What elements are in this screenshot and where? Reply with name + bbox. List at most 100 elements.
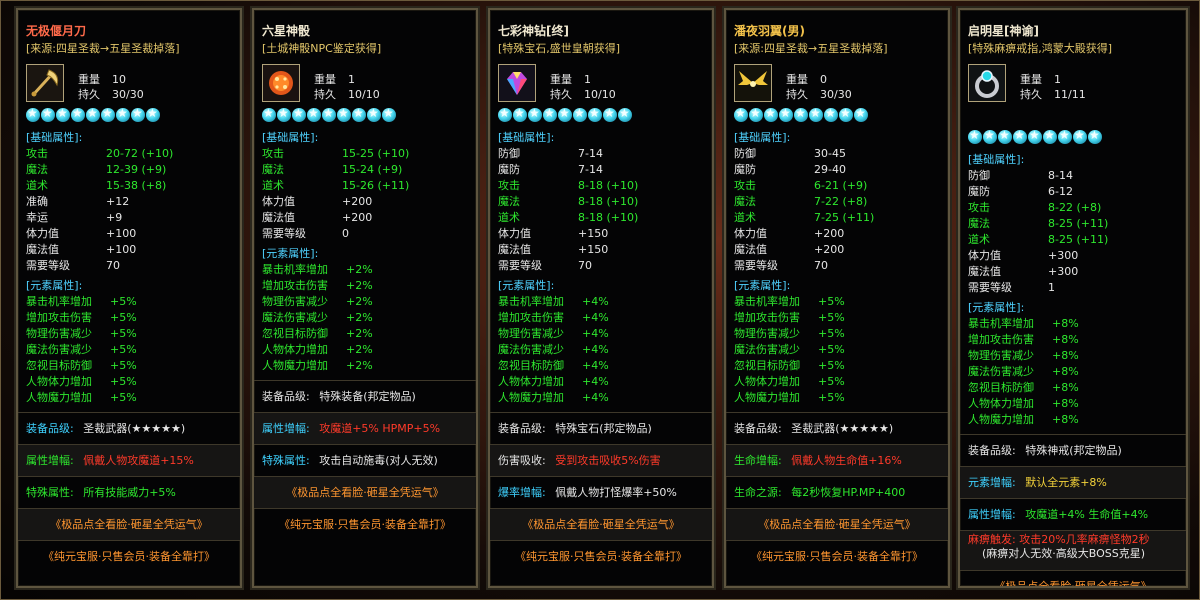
attribute-name: 体力值 [498,227,531,240]
attribute-name: 增加攻击伤害 [26,311,92,324]
star-icon [968,128,982,144]
promo-banner: 《极品点全看脸·砸星全凭运气》 [254,476,476,508]
attribute-value: +5% [818,391,845,404]
base-attributes-heading: [基础属性]: [262,131,319,144]
attribute-name: 忽视目标防御 [498,359,564,372]
attribute-name: 魔法 [734,195,756,208]
attribute-value: 8-14 [1048,169,1073,182]
attribute-name: 人物体力增加 [498,375,564,388]
star-icon [307,106,321,122]
attribute-value: +4% [582,311,609,324]
element-attribute-row: 魔法伤害减少 +8% [968,364,1079,380]
ring-icon[interactable] [968,64,1006,102]
attribute-value: 70 [578,259,592,272]
promo-banner: 《纯元宝服·只售会员·装备全靠打》 [18,540,240,572]
star-icon [101,106,115,122]
base-attributes-heading: [基础属性]: [734,131,791,144]
attribute-value: 8-18 (+10) [578,211,639,224]
element-attributes: [元素属性]: 暴击机率增加 +8% 增加攻击伤害 +8% 物理伤害减少 +8%… [968,300,1079,428]
durability-label: 持久 [786,88,808,101]
special-attribute-row: 生命增幅: 佩戴人物生命值+16% [726,444,948,476]
attribute-value: +5% [818,327,845,340]
item-title: 启明星[神谕] [968,24,1039,38]
attribute-name: 体力值 [262,195,295,208]
item-tooltip-card: 启明星[神谕] [特殊麻痹戒指,鸿蒙大殿获得] 重量 1 持久 11/11 [基础属性… [958,8,1188,588]
attribute-name: 暴击机率增加 [262,263,328,276]
weight-label: 重量 [550,73,572,86]
attribute-value: +2% [346,311,373,324]
special-attribute-value: 每2秒恢复HP.MP+400 [791,486,906,499]
element-attribute-row: 忽视目标防御 +8% [968,380,1079,396]
item-basics: 重量 1 持久 10/10 [550,72,616,102]
special-attribute-row: 装备品级: 特殊神戒(邦定物品) [960,434,1186,466]
special-attribute-value: 圣裁武器(★★★★★) [791,422,894,435]
element-attribute-row: 物理伤害减少 +8% [968,348,1079,364]
attribute-name: 道术 [734,211,756,224]
special-attribute-row: 装备品级: 特殊宝石(邦定物品) [490,412,712,444]
paralysis-trigger: 麻痹触发: 攻击20%几率麻痹怪物2秒 (麻痹对人无效·高级大BOSS克星) [960,530,1186,570]
attribute-value: +8% [1052,349,1079,362]
base-attribute-row: 魔防 6-12 [968,184,1073,200]
attribute-name: 道术 [968,233,990,246]
star-icon [1043,128,1057,144]
attribute-name: 道术 [262,179,284,192]
base-attribute-row: 道术 7-25 (+11) [734,210,874,226]
attribute-value: 7-22 (+8) [814,195,868,208]
attribute-value: +150 [578,243,609,256]
attribute-value: +5% [110,375,137,388]
wings-icon[interactable] [734,64,772,102]
item-source: [来源:四星圣裁→五星圣裁掉落] [26,42,180,55]
attribute-name: 人物体力增加 [262,343,328,356]
star-rating [26,106,161,125]
attribute-name: 增加攻击伤害 [262,279,328,292]
element-attributes-heading: [元素属性]: [262,247,319,260]
weight-value: 0 [820,73,827,86]
star-icon [41,106,55,122]
attribute-name: 魔法 [26,163,48,176]
element-attribute-row: 人物体力增加 +8% [968,396,1079,412]
attribute-name: 人物魔力增加 [734,391,800,404]
attribute-value: 15-24 (+9) [342,163,403,176]
attribute-name: 体力值 [26,227,59,240]
attribute-name: 魔法伤害减少 [26,343,92,356]
star-icon [352,106,366,122]
star-icon [809,106,823,122]
special-attribute-label: 生命增幅: [734,454,782,467]
star-icon [998,128,1012,144]
attribute-name: 魔法 [968,217,990,230]
special-attribute-value: 特殊装备(邦定物品) [319,390,416,403]
special-attribute-value: 佩戴人物生命值+16% [791,454,902,467]
attribute-value: +2% [346,295,373,308]
attribute-name: 需要等级 [262,227,306,240]
special-attribute-row: 装备品级: 特殊装备(邦定物品) [254,380,476,412]
special-attribute-value: 圣裁武器(★★★★★) [83,422,186,435]
special-attribute-label: 属性增幅: [262,422,310,435]
star-icon [337,106,351,122]
dice-icon[interactable] [262,64,300,102]
attribute-value: +8% [1052,381,1079,394]
attribute-value: +2% [346,279,373,292]
special-attribute-value: 所有技能威力+5% [83,486,176,499]
attribute-name: 人物体力增加 [26,375,92,388]
special-attribute-value: 攻魔道+5% HPMP+5% [319,422,441,435]
attribute-value: +5% [818,359,845,372]
attribute-value: +100 [106,243,137,256]
base-attribute-row: 道术 15-26 (+11) [262,178,409,194]
attribute-name: 魔法值 [968,265,1001,278]
attribute-name: 暴击机率增加 [968,317,1034,330]
star-icon [734,106,748,122]
attribute-value: +300 [1048,249,1079,262]
attribute-name: 人物魔力增加 [262,359,328,372]
attribute-value: 7-25 (+11) [814,211,875,224]
attribute-value: +4% [582,391,609,404]
item-title: 无极偃月刀 [26,24,87,38]
base-attribute-row: 体力值 +200 [262,194,372,210]
crescent-blade-icon[interactable] [26,64,64,102]
special-attribute-row: 属性增幅: 佩戴人物攻魔道+15% [18,444,240,476]
weight-label: 重量 [314,73,336,86]
attribute-value: +5% [818,375,845,388]
attribute-value: 0 [342,227,349,240]
diamond-icon[interactable] [498,64,536,102]
item-basics: 重量 10 持久 30/30 [78,72,144,102]
element-attribute-row: 魔法伤害减少 +4% [498,342,609,358]
